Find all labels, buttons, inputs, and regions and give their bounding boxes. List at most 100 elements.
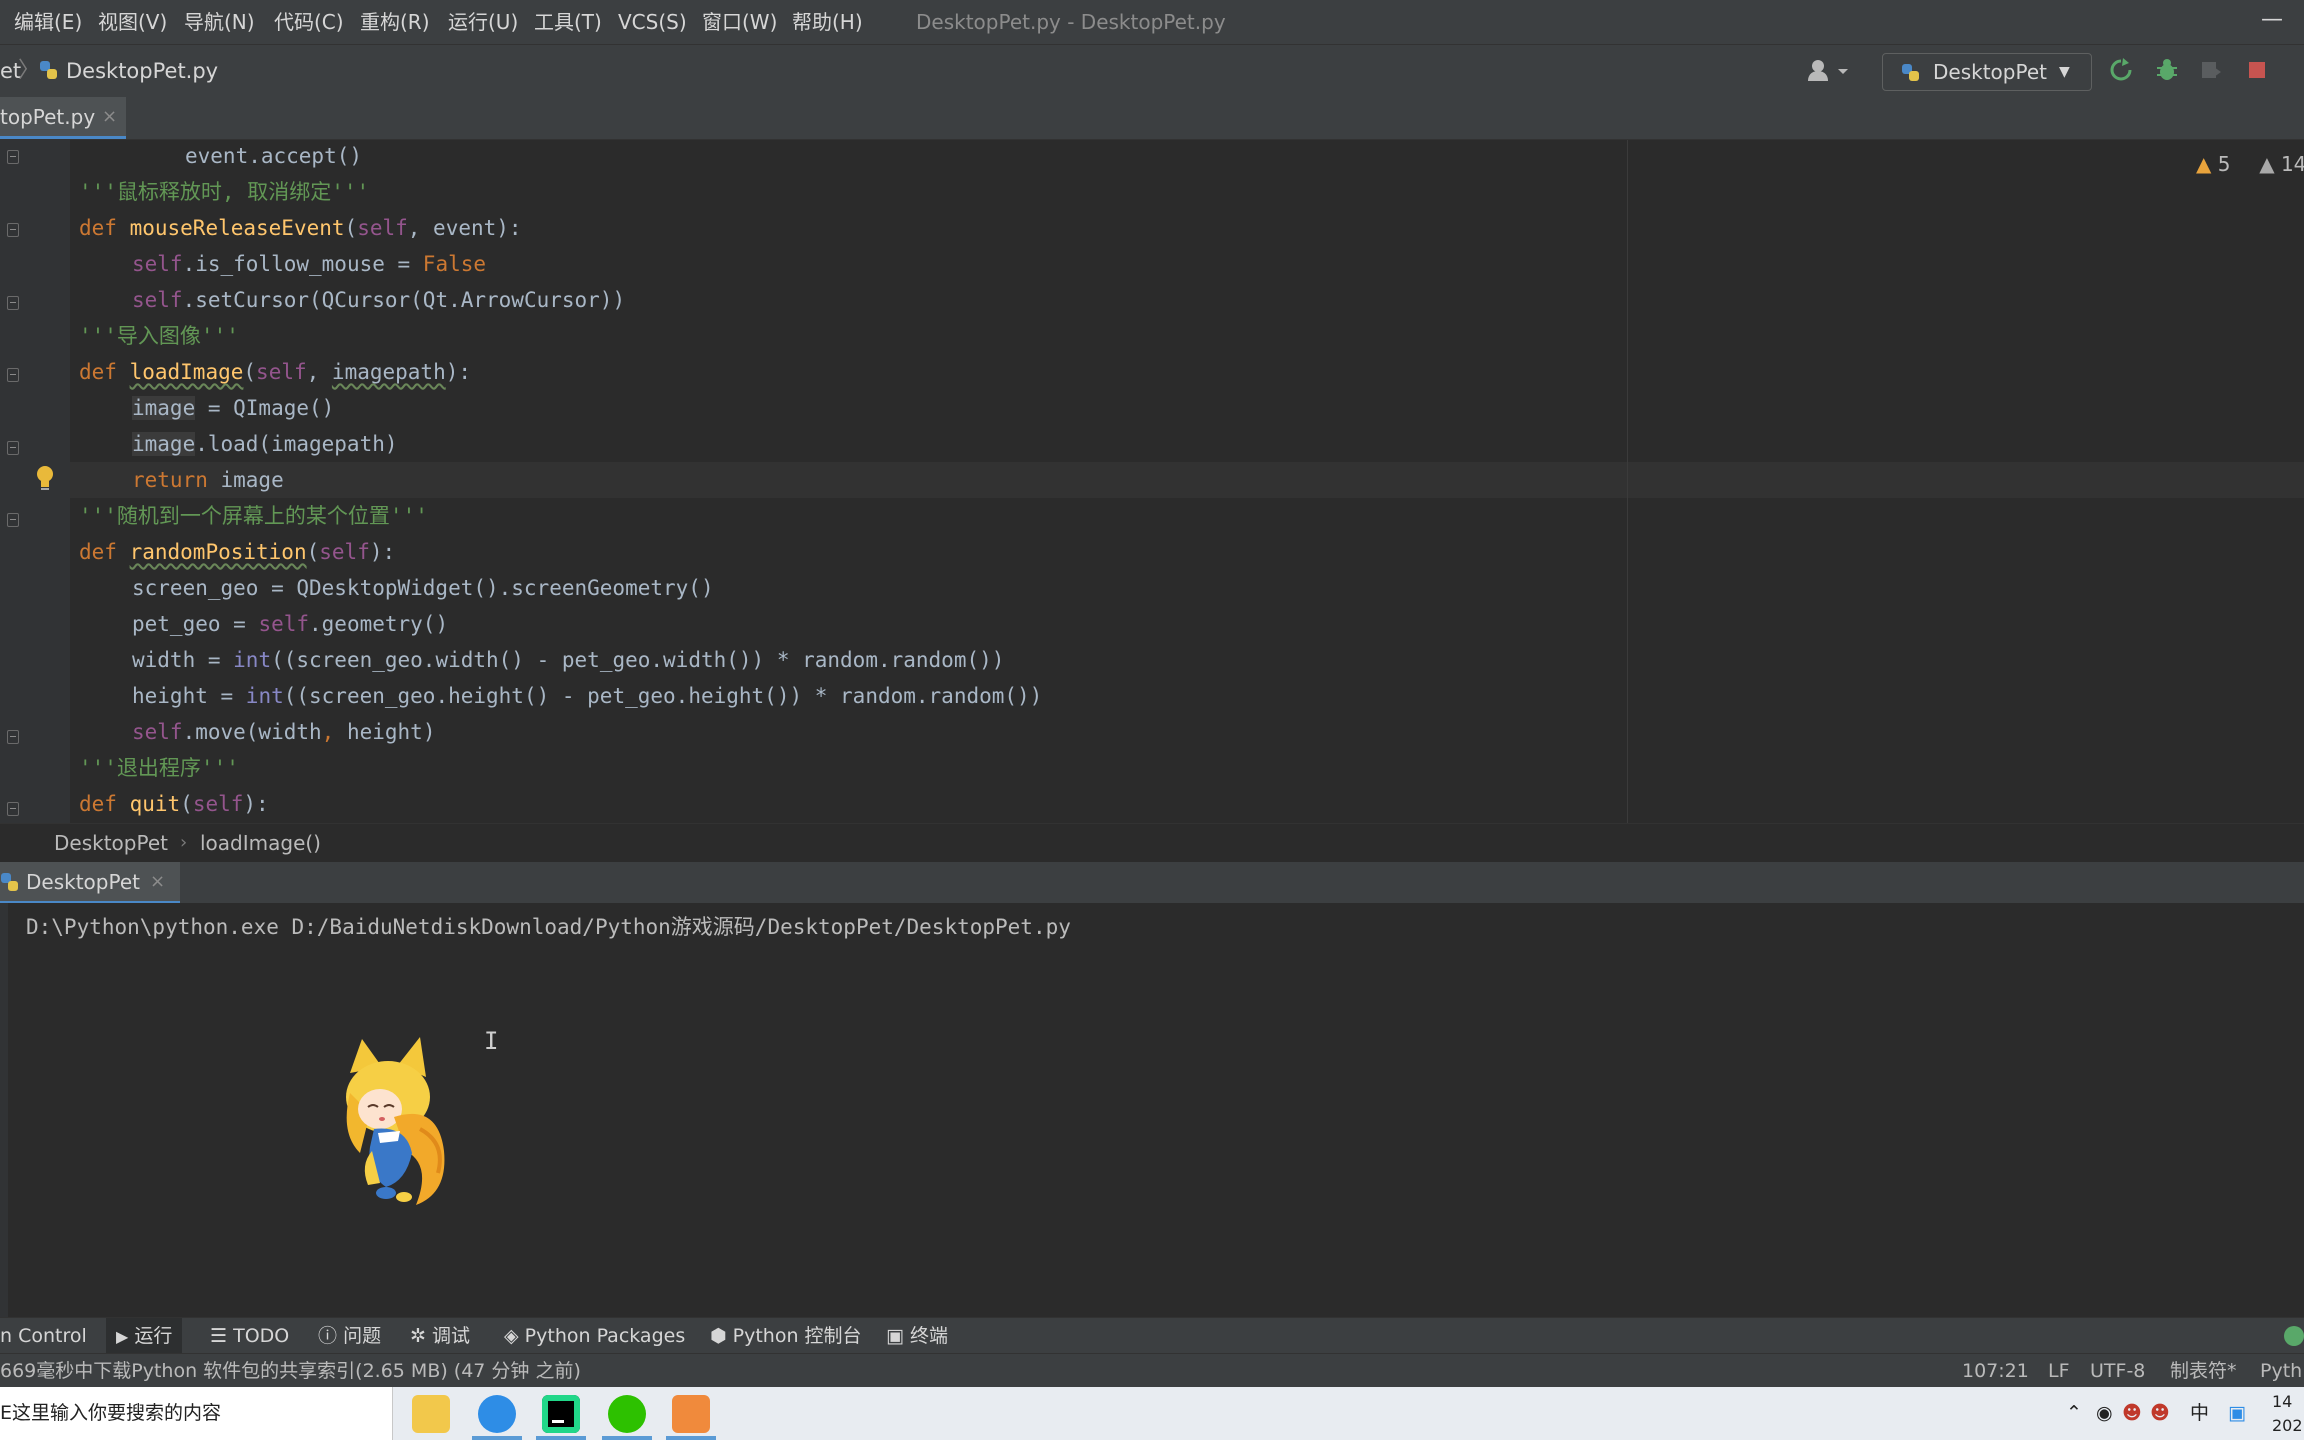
stop-icon[interactable] [2242,55,2272,85]
console-gutter [0,903,8,1317]
fold-marker-icon[interactable] [7,223,19,237]
fold-marker-icon[interactable] [7,802,19,816]
tray-expand-icon[interactable]: ⌃ [2066,1387,2082,1440]
close-icon[interactable]: × [150,862,165,902]
indent-setting[interactable]: 制表符* [2170,1354,2237,1388]
menu-tools[interactable]: 工具(T) [534,0,602,44]
tray-qq-icon[interactable]: ☻ [2150,1387,2170,1440]
code-token: .move(width [182,720,322,744]
highlighted-identifier-token: image [132,396,196,420]
tool-python-console-label: Python 控制台 [732,1325,862,1347]
menu-refactor[interactable]: 重构(R) [360,0,430,44]
run-configuration-select[interactable]: DesktopPet ▼ [1882,53,2092,91]
code-token: ): [445,360,472,384]
file-explorer-icon[interactable] [412,1395,450,1433]
code-line: self.is_follow_mouse = False [132,246,486,282]
tab-desktoppet-py[interactable]: topPet.py × [0,97,126,139]
menu-view[interactable]: 视图(V) [98,0,167,44]
menu-window[interactable]: 窗口(W) [702,0,777,44]
fold-marker-icon[interactable] [7,368,19,382]
caret-position[interactable]: 107:21 [1962,1354,2029,1388]
rerun-icon[interactable] [2106,55,2136,85]
highlighted-identifier-token: image [132,432,196,456]
fold-marker-icon[interactable] [7,730,19,744]
taskbar-search-box[interactable]: E这里输入你要搜索的内容 [0,1387,393,1440]
menu-help[interactable]: 帮助(H) [792,0,863,44]
code-token: height = [132,684,246,708]
menu-vcs[interactable]: VCS(S) [618,0,687,44]
keyword-token: def [79,540,117,564]
bug-icon: ✲ [410,1325,426,1347]
code-token: event.accept() [185,144,363,168]
debug-icon[interactable] [2152,55,2182,85]
tool-problems[interactable]: ⓘ 问题 [318,1318,381,1354]
inspection-widget[interactable]: ▲ 5 ▲ 14 [2196,144,2304,184]
minimize-button[interactable]: — [2252,0,2292,44]
docstring-token: '''随机到一个屏幕上的某个位置''' [79,504,428,528]
lightbulb-icon[interactable] [34,464,56,492]
fold-marker-icon[interactable] [7,296,19,310]
run-console[interactable]: D:\Python\python.exe D:/BaiduNetdiskDown… [0,903,2304,1317]
function-name-token: quit [129,792,181,816]
tool-run[interactable]: ▶ 运行 [106,1318,183,1354]
code-line: height = int((screen_geo.height() - pet_… [132,678,1042,714]
code-token: .setCursor(QCursor(Qt.ArrowCursor)) [182,288,626,312]
code-token: , [321,720,335,744]
run-panel-header: DesktopPet × [0,861,2304,904]
docstring-token: '''退出程序''' [79,756,239,780]
python-interpreter[interactable]: Pyth [2260,1354,2302,1388]
tab-run-desktoppet[interactable]: DesktopPet × [0,862,180,904]
tool-version-control[interactable]: n Control [0,1318,87,1354]
tool-python-console[interactable]: ⬢ Python 控制台 [710,1318,862,1354]
wechat-icon[interactable] [608,1395,646,1433]
menu-bar: 编辑(E) 视图(V) 导航(N) 代码(C) 重构(R) 运行(U) 工具(T… [0,0,2304,44]
fold-marker-icon[interactable] [7,150,19,164]
active-app-indicator [666,1436,716,1440]
event-log-icon[interactable] [2284,1326,2304,1346]
builtin-token: int [245,684,284,708]
close-icon[interactable]: × [102,97,117,137]
code-editor[interactable]: ▲ 5 ▲ 14 event.accept() '''鼠标释放时, 取消绑定''… [0,140,2304,823]
clock-date[interactable]: 202 [2272,1415,2303,1437]
tool-python-packages[interactable]: ◈ Python Packages [504,1318,685,1354]
active-app-indicator [472,1436,522,1440]
clock-time[interactable]: 14 [2272,1391,2292,1413]
fold-marker-icon[interactable] [7,513,19,527]
tray-ime-label[interactable]: 中 [2190,1387,2209,1440]
docstring-token: '''鼠标释放时, 取消绑定''' [79,180,370,204]
run-icon: ▶ [116,1327,129,1346]
tool-terminal[interactable]: ▣ 终端 [886,1318,948,1354]
tool-todo[interactable]: ☰ TODO [210,1318,289,1354]
tray-qq-icon[interactable]: ☻ [2122,1387,2142,1440]
file-encoding[interactable]: UTF-8 [2090,1354,2145,1388]
breadcrumb-method[interactable]: loadImage() [200,824,321,862]
console-output-line: D:\Python\python.exe D:/BaiduNetdiskDown… [26,915,1071,939]
browser-icon[interactable] [478,1395,516,1433]
account-icon[interactable] [1806,57,1856,85]
desktop-pet-sprite[interactable] [320,1033,470,1213]
taskbar-search-placeholder: E这里输入你要搜索的内容 [0,1402,222,1424]
media-app-icon[interactable] [672,1395,710,1433]
code-token: .is_follow_mouse = [182,252,423,276]
tool-debug[interactable]: ✲ 调试 [410,1318,470,1354]
fold-marker-icon[interactable] [7,441,19,455]
active-app-indicator [536,1436,586,1440]
breadcrumb-class[interactable]: DesktopPet [54,824,168,862]
menu-code[interactable]: 代码(C) [274,0,344,44]
menu-navigate[interactable]: 导航(N) [184,0,255,44]
tray-app-icon[interactable]: ▣ [2228,1387,2246,1440]
code-token: ((screen_geo.height() - pet_geo.height()… [283,684,1043,708]
line-separator[interactable]: LF [2048,1354,2070,1388]
pycharm-icon[interactable] [542,1395,580,1433]
breadcrumb-file[interactable]: DesktopPet.py [66,45,218,97]
chevron-down-icon: ▼ [2059,64,2070,80]
code-token: pet_geo = [132,612,259,636]
profile-icon[interactable] [2196,55,2226,85]
tool-debug-label: 调试 [431,1325,470,1347]
status-message[interactable]: 669毫秒中下载Python 软件包的共享索引(2.65 MB) (47 分钟 … [0,1354,581,1388]
tray-pet-icon[interactable]: ◉ [2096,1387,2113,1440]
menu-edit[interactable]: 编辑(E) [14,0,82,44]
menu-run[interactable]: 运行(U) [448,0,518,44]
text-cursor-icon: I [484,1027,499,1055]
code-line: image.load(imagepath) [132,426,398,462]
